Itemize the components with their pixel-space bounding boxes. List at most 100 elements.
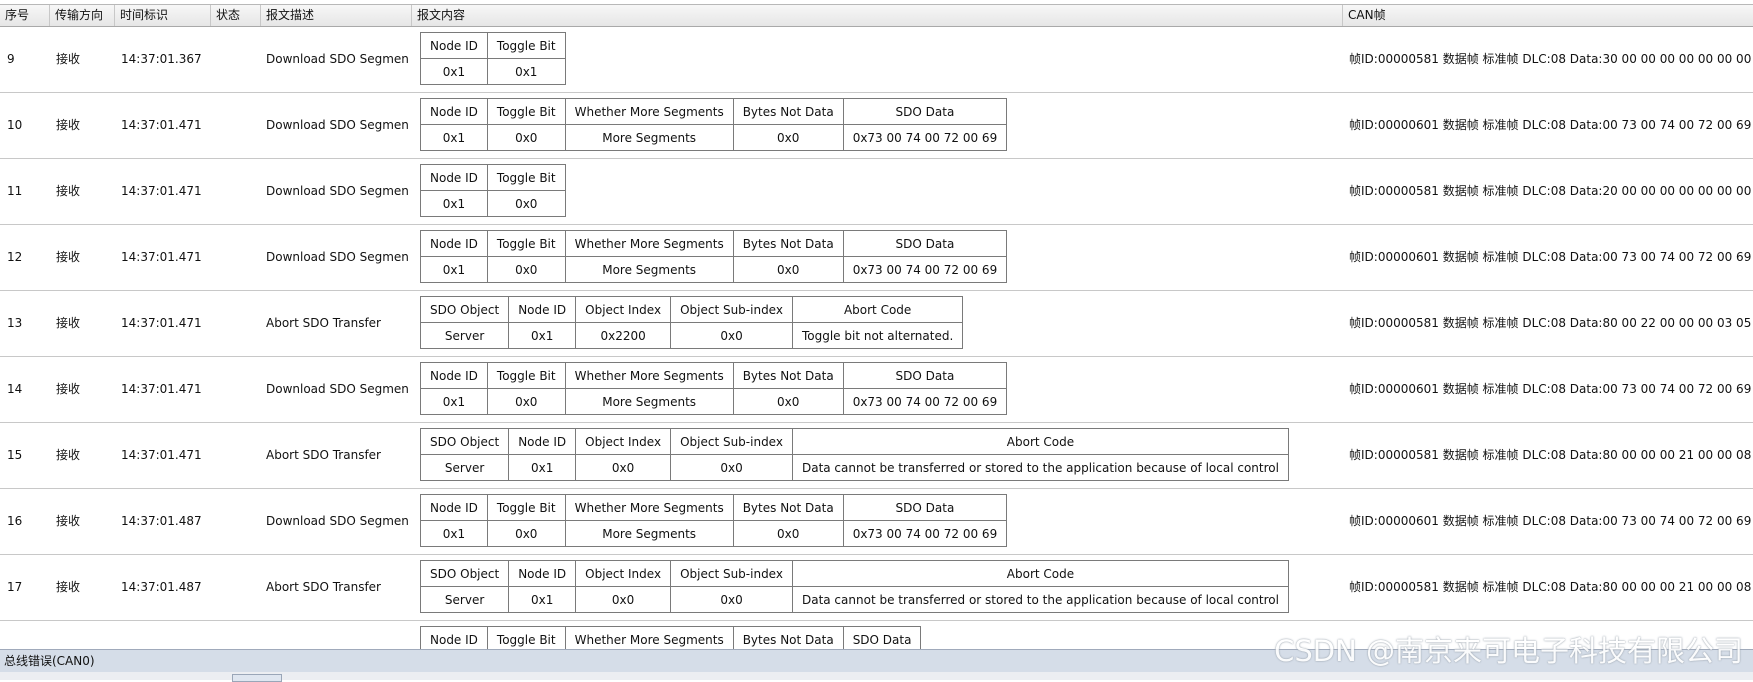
row-content: Node ID Toggle Bit 0x1 0x0: [420, 164, 566, 217]
row-timestamp: 14:37:01.471: [121, 184, 202, 198]
field-table: SDO Object Node ID Object Index Object Sub-…: [419, 428, 1289, 481]
table-row[interactable]: 17 接收 14:37:01.487 Abort SDO Transfer 帧ID:00…: [0, 555, 1753, 621]
message-list[interactable]: 9 接收 14:37:01.367 Download SDO Segmen 帧ID:00…: [0, 27, 1753, 649]
row-timestamp: 14:37:01.471: [121, 118, 202, 132]
field-header: SDO Object: [419, 428, 510, 455]
field-header: Node ID: [420, 230, 488, 257]
row-content: Node ID Toggle Bit Whether More Segments By…: [420, 230, 1008, 283]
column-header-content[interactable]: 报文内容: [412, 5, 1343, 26]
field-value: 0x0: [732, 256, 844, 283]
field-value: More Segments: [564, 124, 734, 151]
field-table: SDO Object Node ID Object Index Object Sub-…: [419, 296, 964, 349]
table-row[interactable]: 11 接收 14:37:01.471 Download SDO Segmen 帧ID:0…: [0, 159, 1753, 225]
field-value: 0x1: [420, 256, 488, 283]
field-value: 0x0: [732, 124, 844, 151]
table-row[interactable]: 10 接收 14:37:01.471 Download SDO Segmen 帧ID:0…: [0, 93, 1753, 159]
row-content: SDO Object Node ID Object Index Object Sub-…: [419, 296, 964, 349]
row-can-frame: 帧ID:00000581 数据帧 标准帧 DLC:08 Data:30 00 0…: [1349, 52, 1752, 66]
row-description: Download SDO Segmen: [266, 184, 409, 198]
field-value: 0x0: [575, 586, 672, 613]
row-direction: 接收: [56, 448, 81, 462]
field-value: 0x0: [486, 256, 566, 283]
field-value: Server: [419, 454, 510, 481]
field-header: Toggle Bit: [486, 494, 566, 521]
field-value: 0x0: [732, 520, 844, 547]
field-value: 0x0: [486, 190, 566, 217]
field-header-row: Node ID Toggle Bit Whether More Segments By…: [420, 494, 1008, 521]
field-header-row: Node ID Toggle Bit: [420, 32, 566, 59]
field-header: Node ID: [508, 560, 577, 587]
field-header: Object Index: [575, 560, 672, 587]
field-value: Server: [419, 586, 510, 613]
row-can-frame: 帧ID:00000601 数据帧 标准帧 DLC:08 Data:00 73 0…: [1349, 118, 1752, 132]
field-header: Whether More Segments: [564, 230, 734, 257]
field-header: Node ID: [420, 32, 488, 59]
row-can-frame: 帧ID:00000581 数据帧 标准帧 DLC:08 Data:80 00 0…: [1349, 448, 1752, 462]
table-row[interactable]: 15 接收 14:37:01.471 Abort SDO Transfer 帧ID:00…: [0, 423, 1753, 489]
field-header: Toggle Bit: [486, 164, 566, 191]
column-header-timestamp[interactable]: 时间标识: [115, 5, 211, 26]
field-value: 0x73 00 74 00 72 00 69: [842, 520, 1008, 547]
row-can-frame: 帧ID:00000581 数据帧 标准帧 DLC:08 Data:20 00 0…: [1349, 184, 1752, 198]
row-can-frame: 帧ID:00000581 数据帧 标准帧 DLC:08 Data:80 00 2…: [1349, 316, 1752, 330]
field-value-row: 0x1 0x0 More Segments 0x0 0x73 00 74 00 72 0…: [420, 520, 1008, 547]
field-header: SDO Object: [419, 560, 510, 587]
row-index: 9: [7, 52, 15, 66]
row-direction: 接收: [56, 250, 81, 264]
field-value: 0x1: [420, 520, 488, 547]
column-header-description[interactable]: 报文描述: [261, 5, 412, 26]
row-description: Abort SDO Transfer: [266, 448, 381, 462]
field-value: Data cannot be transferred or stored to …: [791, 454, 1289, 481]
field-value-row: 0x1 0x0 More Segments 0x0 0x73 00 74 00 72 0…: [420, 124, 1008, 151]
field-header: Whether More Segments: [564, 494, 734, 521]
table-row[interactable]: 12 接收 14:37:01.471 Download SDO Segmen 帧ID:0…: [0, 225, 1753, 291]
field-header: Bytes Not Data: [732, 362, 844, 389]
row-can-frame: 帧ID:00000601 数据帧 标准帧 DLC:08 Data:00 73 0…: [1349, 514, 1752, 528]
field-value: 0x0: [575, 454, 672, 481]
field-value: 0x0: [670, 454, 793, 481]
field-value-row: 0x1 0x0 More Segments 0x0 0x73 00 74 00 72 0…: [420, 388, 1008, 415]
column-header-direction[interactable]: 传输方向: [50, 5, 115, 26]
table-row[interactable]: 16 接收 14:37:01.487 Download SDO Segmen 帧ID:0…: [0, 489, 1753, 555]
field-value: Toggle bit not alternated.: [791, 322, 964, 349]
row-timestamp: 14:37:01.471: [121, 316, 202, 330]
row-index: 12: [7, 250, 23, 264]
field-value: More Segments: [564, 388, 734, 415]
field-table: Node ID Toggle Bit Whether More Segments By…: [420, 98, 1008, 151]
row-direction: 接收: [56, 52, 81, 66]
field-value: Server: [419, 322, 510, 349]
column-header-can-frame[interactable]: CAN帧: [1343, 5, 1753, 26]
watermark: CSDN @南京来可电子科技有限公司: [1274, 634, 1743, 668]
field-header-row: Node ID Toggle Bit Whether More Segments By…: [420, 98, 1008, 125]
field-header: Toggle Bit: [486, 626, 566, 649]
field-value: 0x73 00 74 00 72 00 69: [842, 256, 1008, 283]
field-value: 0x1: [508, 322, 577, 349]
field-value: 0x1: [420, 124, 488, 151]
field-header: Node ID: [508, 296, 577, 323]
table-row[interactable]: 13 接收 14:37:01.471 Abort SDO Transfer 帧ID:00…: [0, 291, 1753, 357]
field-value: 0x0: [486, 388, 566, 415]
column-header-index[interactable]: 序号: [0, 5, 50, 26]
row-direction: 接收: [56, 316, 81, 330]
table-row[interactable]: 14 接收 14:37:01.471 Download SDO Segmen 帧ID:0…: [0, 357, 1753, 423]
row-description: Abort SDO Transfer: [266, 580, 381, 594]
field-table: Node ID Toggle Bit 0x1 0x0: [420, 164, 566, 217]
column-header-status[interactable]: 状态: [211, 5, 261, 26]
row-content: Node ID Toggle Bit 0x1 0x1: [420, 32, 566, 85]
field-header: Bytes Not Data: [732, 494, 844, 521]
field-value: 0x1: [420, 190, 488, 217]
field-header-row: Node ID Toggle Bit Whether More Segments By…: [420, 626, 922, 649]
field-header: SDO Data: [842, 230, 1008, 257]
field-header: Node ID: [420, 164, 488, 191]
field-value: 0x1: [508, 586, 577, 613]
field-header: Node ID: [420, 98, 488, 125]
toolbar-button[interactable]: [232, 674, 282, 682]
field-value: More Segments: [564, 520, 734, 547]
field-value: 0x73 00 74 00 72 00 69: [842, 388, 1008, 415]
field-header: Abort Code: [791, 296, 964, 323]
table-row[interactable]: 9 接收 14:37:01.367 Download SDO Segmen 帧ID:00…: [0, 27, 1753, 93]
row-description: Download SDO Segmen: [266, 250, 409, 264]
row-direction: 接收: [56, 118, 81, 132]
field-value: 0x0: [486, 520, 566, 547]
row-content: Node ID Toggle Bit Whether More Segments By…: [420, 626, 922, 649]
